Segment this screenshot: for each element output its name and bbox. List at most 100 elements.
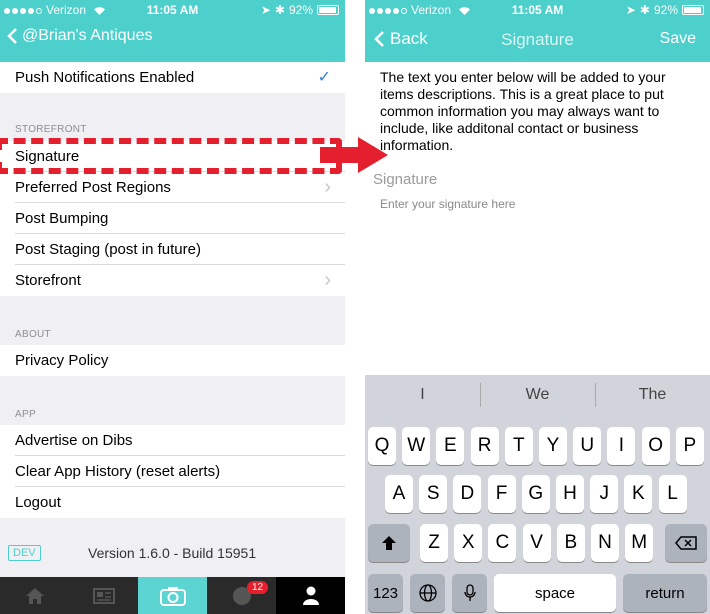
key-c[interactable]: C <box>488 524 517 562</box>
logout-row[interactable]: Logout <box>0 487 345 518</box>
delete-key[interactable] <box>665 524 707 562</box>
row-label: Clear App History (reset alerts) <box>15 463 221 480</box>
key-p[interactable]: P <box>675 427 704 465</box>
description-text: The text you enter below will be added t… <box>380 69 666 153</box>
tab-bar: 12 <box>0 577 345 614</box>
key-b[interactable]: B <box>556 524 585 562</box>
key-j[interactable]: J <box>590 475 619 513</box>
nav-bar: Verizon 11:05 AM ➤ ✱ 92% Back Signature … <box>365 0 710 62</box>
key-s[interactable]: S <box>419 475 448 513</box>
row-label: Push Notifications Enabled <box>15 69 195 86</box>
key-t[interactable]: T <box>504 427 533 465</box>
back-button[interactable]: @Brian's Antiques <box>6 27 152 45</box>
dev-badge: DEV <box>8 545 41 561</box>
signature-input[interactable]: Enter your signature here <box>380 197 515 211</box>
checkmark-icon: ✓ <box>317 69 331 86</box>
advertise-row[interactable]: Advertise on Dibs <box>0 425 345 456</box>
bluetooth-icon: ✱ <box>274 3 285 17</box>
tab-feed[interactable] <box>69 577 138 614</box>
row-label: Post Staging (post in future) <box>15 241 201 258</box>
user-icon <box>302 586 319 605</box>
post-staging-row[interactable]: Post Staging (post in future) <box>0 234 345 265</box>
push-notifications-row[interactable]: Push Notifications Enabled ✓ <box>0 62 345 93</box>
post-bumping-row[interactable]: Post Bumping <box>0 203 345 234</box>
key-h[interactable]: H <box>556 475 584 513</box>
chevron-right-icon: › <box>324 176 331 198</box>
nav-bar: Verizon 11:05 AM ➤ ✱ 92% @Brian's Antiqu… <box>0 0 345 62</box>
shift-key[interactable] <box>368 524 410 562</box>
key-g[interactable]: G <box>521 475 550 513</box>
notification-badge: 12 <box>247 581 269 594</box>
key-l[interactable]: L <box>658 475 687 513</box>
red-arrow-icon <box>318 135 390 175</box>
save-button[interactable]: Save <box>660 30 696 48</box>
key-v[interactable]: V <box>522 524 551 562</box>
chevron-left-icon <box>7 28 17 44</box>
battery-percent: 92% <box>288 3 313 17</box>
microphone-key[interactable] <box>452 574 487 612</box>
microphone-icon <box>463 584 476 601</box>
keyboard: I We The QWERTYUIOP ASDFGHJKL ZXCVBNM 12… <box>365 375 710 614</box>
home-icon <box>25 587 44 604</box>
key-a[interactable]: A <box>385 475 413 513</box>
clear-history-row[interactable]: Clear App History (reset alerts) <box>0 456 345 487</box>
newspaper-icon <box>92 587 115 604</box>
space-key[interactable]: space <box>494 574 616 612</box>
key-u[interactable]: U <box>573 427 602 465</box>
section-header-storefront: STOREFRONT <box>15 124 87 135</box>
suggestion-2[interactable]: We <box>480 375 595 415</box>
key-w[interactable]: W <box>402 427 431 465</box>
battery-icon <box>317 5 339 15</box>
camera-icon <box>159 586 186 606</box>
row-label: Logout <box>15 494 61 511</box>
key-e[interactable]: E <box>436 427 465 465</box>
status-right: ➤ ✱ 92% <box>261 3 339 17</box>
divider-gap <box>345 0 365 614</box>
version-label: Version 1.6.0 - Build 15951 <box>88 545 257 561</box>
back-label: @Brian's Antiques <box>22 27 153 44</box>
tab-home[interactable] <box>0 577 69 614</box>
highlight-box <box>0 138 342 174</box>
storefront-row[interactable]: Storefront › <box>0 265 345 296</box>
tab-camera[interactable] <box>138 577 207 614</box>
row-label: Advertise on Dibs <box>15 432 133 449</box>
status-right: ➤ ✱ 92% <box>626 3 704 17</box>
battery-icon <box>682 5 704 15</box>
row-label: Preferred Post Regions <box>15 179 171 196</box>
location-icon: ➤ <box>625 3 636 17</box>
tab-profile[interactable] <box>276 577 345 614</box>
key-d[interactable]: D <box>453 475 482 513</box>
battery-percent: 92% <box>653 3 678 17</box>
location-icon: ➤ <box>260 3 271 17</box>
key-n[interactable]: N <box>591 524 619 562</box>
chevron-right-icon: › <box>324 269 331 291</box>
section-header-app: APP <box>15 409 36 420</box>
key-r[interactable]: R <box>470 427 499 465</box>
numbers-key[interactable]: 123 <box>368 574 403 612</box>
preferred-post-regions-row[interactable]: Preferred Post Regions › <box>0 172 345 203</box>
privacy-policy-row[interactable]: Privacy Policy <box>0 345 345 376</box>
bluetooth-icon: ✱ <box>639 3 650 17</box>
key-i[interactable]: I <box>607 427 636 465</box>
row-label: Storefront <box>15 272 81 289</box>
section-header-about: ABOUT <box>15 329 51 340</box>
key-f[interactable]: F <box>487 475 516 513</box>
key-o[interactable]: O <box>641 427 670 465</box>
key-q[interactable]: Q <box>368 427 396 465</box>
globe-icon <box>418 584 437 602</box>
signature-screen: Verizon 11:05 AM ➤ ✱ 92% Back Signature … <box>365 0 710 614</box>
return-key[interactable]: return <box>623 574 707 612</box>
tab-notifications[interactable]: 12 <box>207 577 276 614</box>
row-label: Post Bumping <box>15 210 109 227</box>
key-y[interactable]: Y <box>539 427 567 465</box>
globe-key[interactable] <box>410 574 445 612</box>
key-z[interactable]: Z <box>420 524 448 562</box>
key-x[interactable]: X <box>454 524 483 562</box>
key-k[interactable]: K <box>624 475 653 513</box>
suggestion-1[interactable]: I <box>365 375 480 415</box>
suggestion-3[interactable]: The <box>595 375 710 415</box>
key-m[interactable]: M <box>625 524 654 562</box>
page-title: Signature <box>501 30 574 49</box>
settings-screen: Verizon 11:05 AM ➤ ✱ 92% @Brian's Antiqu… <box>0 0 345 614</box>
shift-arrow-icon <box>382 536 396 550</box>
